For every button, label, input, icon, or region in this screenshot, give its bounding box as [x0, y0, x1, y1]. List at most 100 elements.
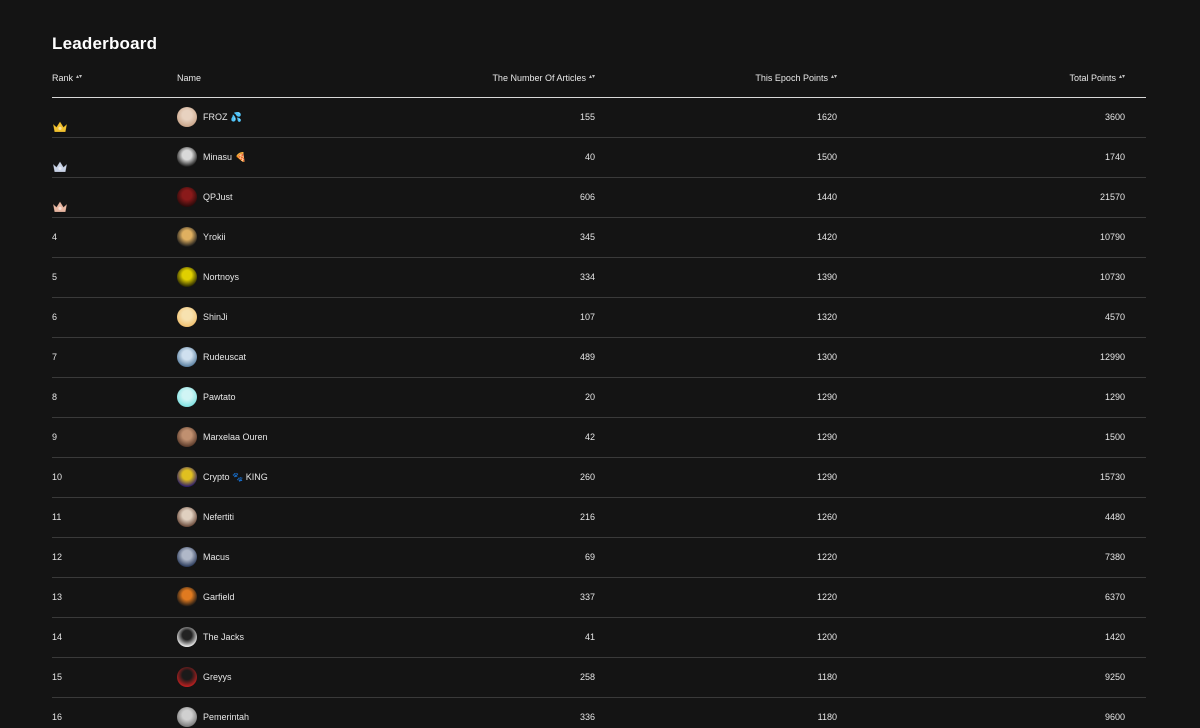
- rank-cell: 6: [52, 298, 152, 337]
- name-cell[interactable]: Marxelaa Ouren: [177, 418, 427, 457]
- total-points-cell: 15730: [1099, 472, 1125, 482]
- column-header-label: This Epoch Points: [755, 73, 828, 83]
- avatar[interactable]: [177, 507, 197, 527]
- username[interactable]: Pemerintah: [203, 698, 249, 728]
- name-cell[interactable]: Nortnoys: [177, 258, 427, 297]
- epoch-points-cell: 1180: [817, 712, 837, 722]
- rank-cell: 10: [52, 458, 152, 497]
- username-text: Greyys: [203, 672, 232, 682]
- name-cell[interactable]: FROZ 💦: [177, 98, 427, 137]
- avatar[interactable]: [177, 467, 197, 487]
- avatar[interactable]: [177, 187, 197, 207]
- total-points-cell: 9250: [1104, 672, 1125, 682]
- articles-cell: 606: [579, 192, 595, 202]
- rank-number: 15: [52, 672, 63, 682]
- avatar[interactable]: [177, 387, 197, 407]
- username[interactable]: Nefertiti: [203, 498, 234, 537]
- column-header-articles[interactable]: The Number Of Articles ▴▾: [492, 73, 595, 83]
- username[interactable]: Garfield: [203, 578, 235, 617]
- epoch-points-cell: 1620: [816, 112, 837, 122]
- name-cell[interactable]: Minasu 🍕: [177, 138, 427, 177]
- name-cell[interactable]: Greyys: [177, 658, 427, 697]
- table-row: 10 Crypto 🐾 KING 260 1290 15730: [52, 458, 1146, 498]
- name-cell[interactable]: Macus: [177, 538, 427, 577]
- table-row: 9 Marxelaa Ouren 42 1290 1500: [52, 418, 1146, 458]
- username[interactable]: ShinJi: [203, 298, 228, 337]
- avatar[interactable]: [177, 147, 197, 167]
- rank-number: 13: [52, 592, 63, 602]
- rank-cell: 9: [52, 418, 152, 457]
- username[interactable]: Pawtato: [203, 378, 236, 417]
- username[interactable]: Crypto 🐾 KING: [203, 458, 268, 497]
- epoch-points-cell: 1290: [816, 392, 837, 402]
- epoch-points-cell: 1220: [816, 552, 837, 562]
- username-text: Nefertiti: [203, 512, 235, 522]
- table-row: 8 Pawtato 20 1290 1290: [52, 378, 1146, 418]
- column-header-label: Rank: [52, 73, 74, 83]
- rank-number: 14: [52, 632, 63, 642]
- username[interactable]: Macus: [203, 538, 230, 577]
- table-row: 16 Pemerintah 336 1180 9600: [52, 698, 1146, 728]
- table-body: FROZ 💦 155 1620 3600 Minasu 🍕 40 1500 1740 QPJust 6…: [52, 98, 1146, 728]
- column-header-rank[interactable]: Rank ▴▾: [52, 73, 152, 83]
- name-cell[interactable]: Rudeuscat: [177, 338, 427, 377]
- total-points-cell: 10730: [1099, 272, 1125, 282]
- username[interactable]: FROZ 💦: [203, 98, 242, 137]
- table-row: QPJust 606 1440 21570: [52, 178, 1146, 218]
- epoch-points-cell: 1390: [816, 272, 837, 282]
- rank-number: 8: [52, 392, 58, 402]
- name-cell[interactable]: Crypto 🐾 KING: [177, 458, 427, 497]
- total-points-cell: 10790: [1099, 232, 1125, 242]
- avatar[interactable]: [177, 427, 197, 447]
- rank-number: 6: [52, 312, 58, 322]
- table-row: 11 Nefertiti 216 1260 4480: [52, 498, 1146, 538]
- name-cell[interactable]: Pemerintah: [177, 698, 427, 728]
- column-header-epoch-points[interactable]: This Epoch Points ▴▾: [755, 73, 837, 83]
- username[interactable]: QPJust: [203, 178, 233, 217]
- avatar[interactable]: [177, 587, 197, 607]
- avatar[interactable]: [177, 307, 197, 327]
- total-points-cell: 3600: [1104, 112, 1125, 122]
- username[interactable]: Rudeuscat: [203, 338, 246, 377]
- avatar[interactable]: [177, 267, 197, 287]
- rank-number: 11: [52, 512, 62, 522]
- total-points-cell: 21570: [1099, 192, 1125, 202]
- username-text: Rudeuscat: [203, 352, 247, 362]
- username[interactable]: Yrokii: [203, 218, 226, 257]
- rank-cell: 14: [52, 618, 152, 657]
- username[interactable]: Greyys: [203, 658, 232, 697]
- username-text: ShinJi: [203, 312, 228, 322]
- username[interactable]: Marxelaa Ouren: [203, 418, 268, 457]
- avatar[interactable]: [177, 707, 197, 727]
- avatar[interactable]: [177, 667, 197, 687]
- username[interactable]: The Jacks: [203, 618, 244, 657]
- articles-cell: 336: [579, 712, 595, 722]
- name-cell[interactable]: Garfield: [177, 578, 427, 617]
- name-cell[interactable]: Nefertiti: [177, 498, 427, 537]
- rank-cell: [52, 98, 152, 137]
- avatar[interactable]: [177, 107, 197, 127]
- name-cell[interactable]: Pawtato: [177, 378, 427, 417]
- name-cell[interactable]: The Jacks: [177, 618, 427, 657]
- articles-cell: 260: [579, 472, 595, 482]
- avatar[interactable]: [177, 627, 197, 647]
- avatar[interactable]: [177, 227, 197, 247]
- column-header-total-points[interactable]: Total Points ▴▾: [1069, 73, 1125, 83]
- username[interactable]: Minasu 🍕: [203, 138, 246, 177]
- epoch-points-cell: 1300: [816, 352, 837, 362]
- username-text: Yrokii: [203, 232, 226, 242]
- username-text: Macus: [203, 552, 230, 562]
- bronze-crown-icon: [52, 191, 68, 213]
- avatar[interactable]: [177, 547, 197, 567]
- name-cell[interactable]: QPJust: [177, 178, 427, 217]
- table-row: 7 Rudeuscat 489 1300 12990: [52, 338, 1146, 378]
- leaderboard-table: Rank ▴▾ Name The Number Of Articles ▴▾ Thi…: [52, 63, 1146, 728]
- username-text: QPJust: [203, 192, 233, 202]
- username[interactable]: Nortnoys: [203, 258, 239, 297]
- name-cell[interactable]: Yrokii: [177, 218, 427, 257]
- avatar[interactable]: [177, 347, 197, 367]
- table-row: FROZ 💦 155 1620 3600: [52, 98, 1146, 138]
- articles-cell: 334: [579, 272, 595, 282]
- name-cell[interactable]: ShinJi: [177, 298, 427, 337]
- articles-cell: 41: [584, 632, 595, 642]
